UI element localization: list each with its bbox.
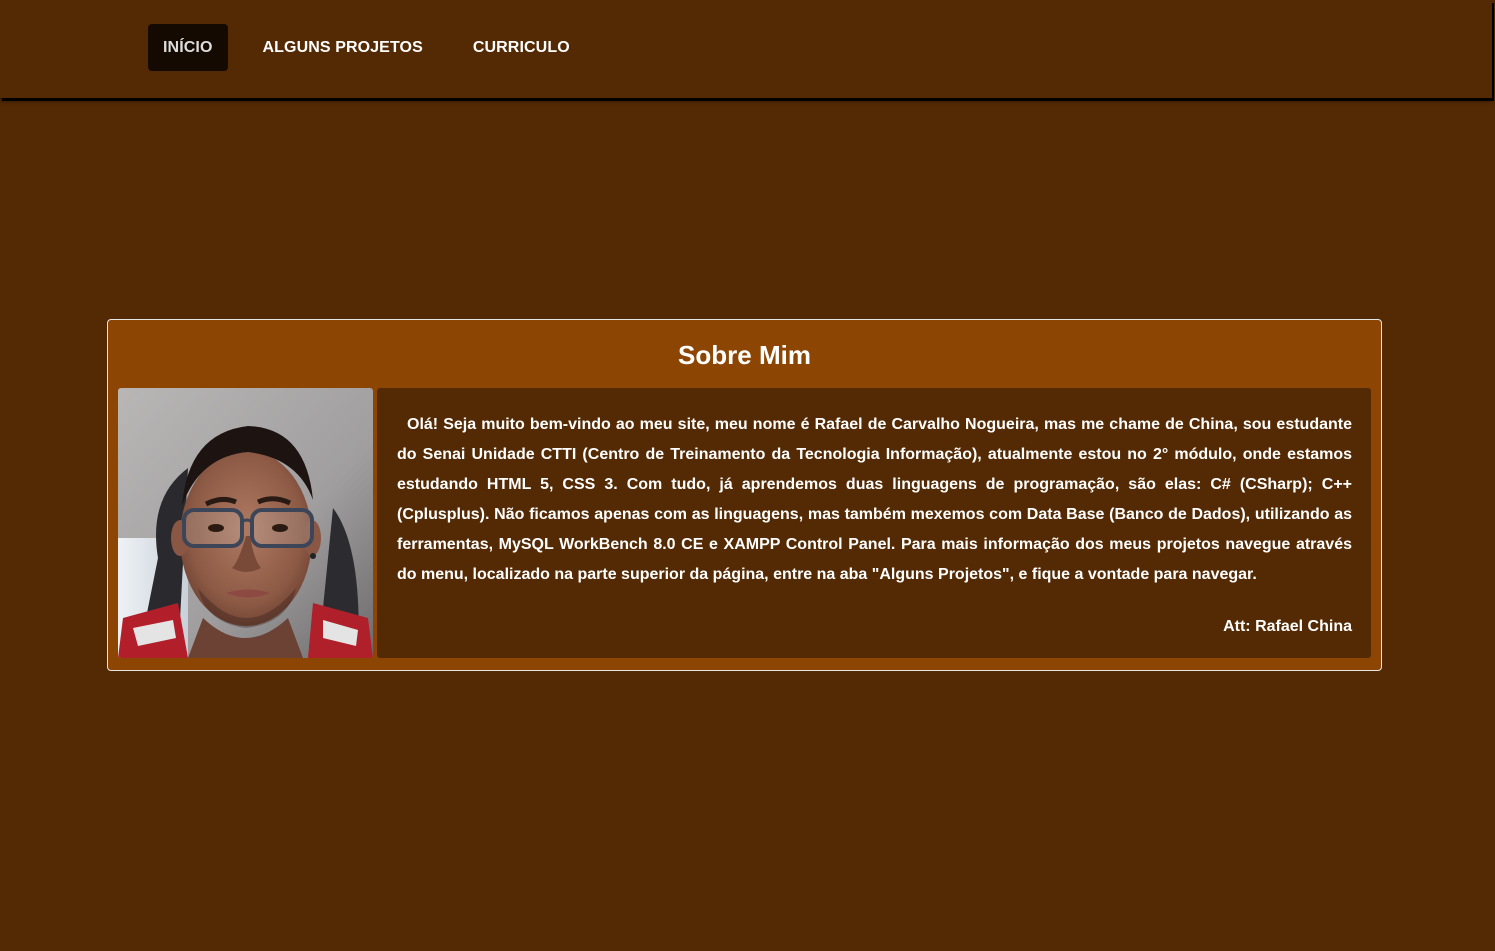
nav-item-curriculo[interactable]: CURRICULO xyxy=(458,24,585,71)
top-navbar: INÍCIO ALGUNS PROJETOS CURRICULO xyxy=(0,0,1492,98)
nav-item-inicio[interactable]: INÍCIO xyxy=(148,24,228,71)
bio-text: Olá! Seja muito bem-vindo ao meu site, m… xyxy=(397,416,1352,583)
bio-signature: Att: Rafael China xyxy=(1223,618,1352,635)
profile-photo-image xyxy=(118,388,373,658)
nav-item-alguns-projetos[interactable]: ALGUNS PROJETOS xyxy=(248,24,438,71)
profile-photo xyxy=(118,388,373,658)
about-panel: Sobre Mim Olá! Seja muito bem-vindo ao m… xyxy=(107,319,1382,671)
bio-box: Olá! Seja muito bem-vindo ao meu site, m… xyxy=(377,388,1371,658)
main-menu: INÍCIO ALGUNS PROJETOS CURRICULO xyxy=(148,24,585,71)
about-title: Sobre Mim xyxy=(678,340,811,370)
